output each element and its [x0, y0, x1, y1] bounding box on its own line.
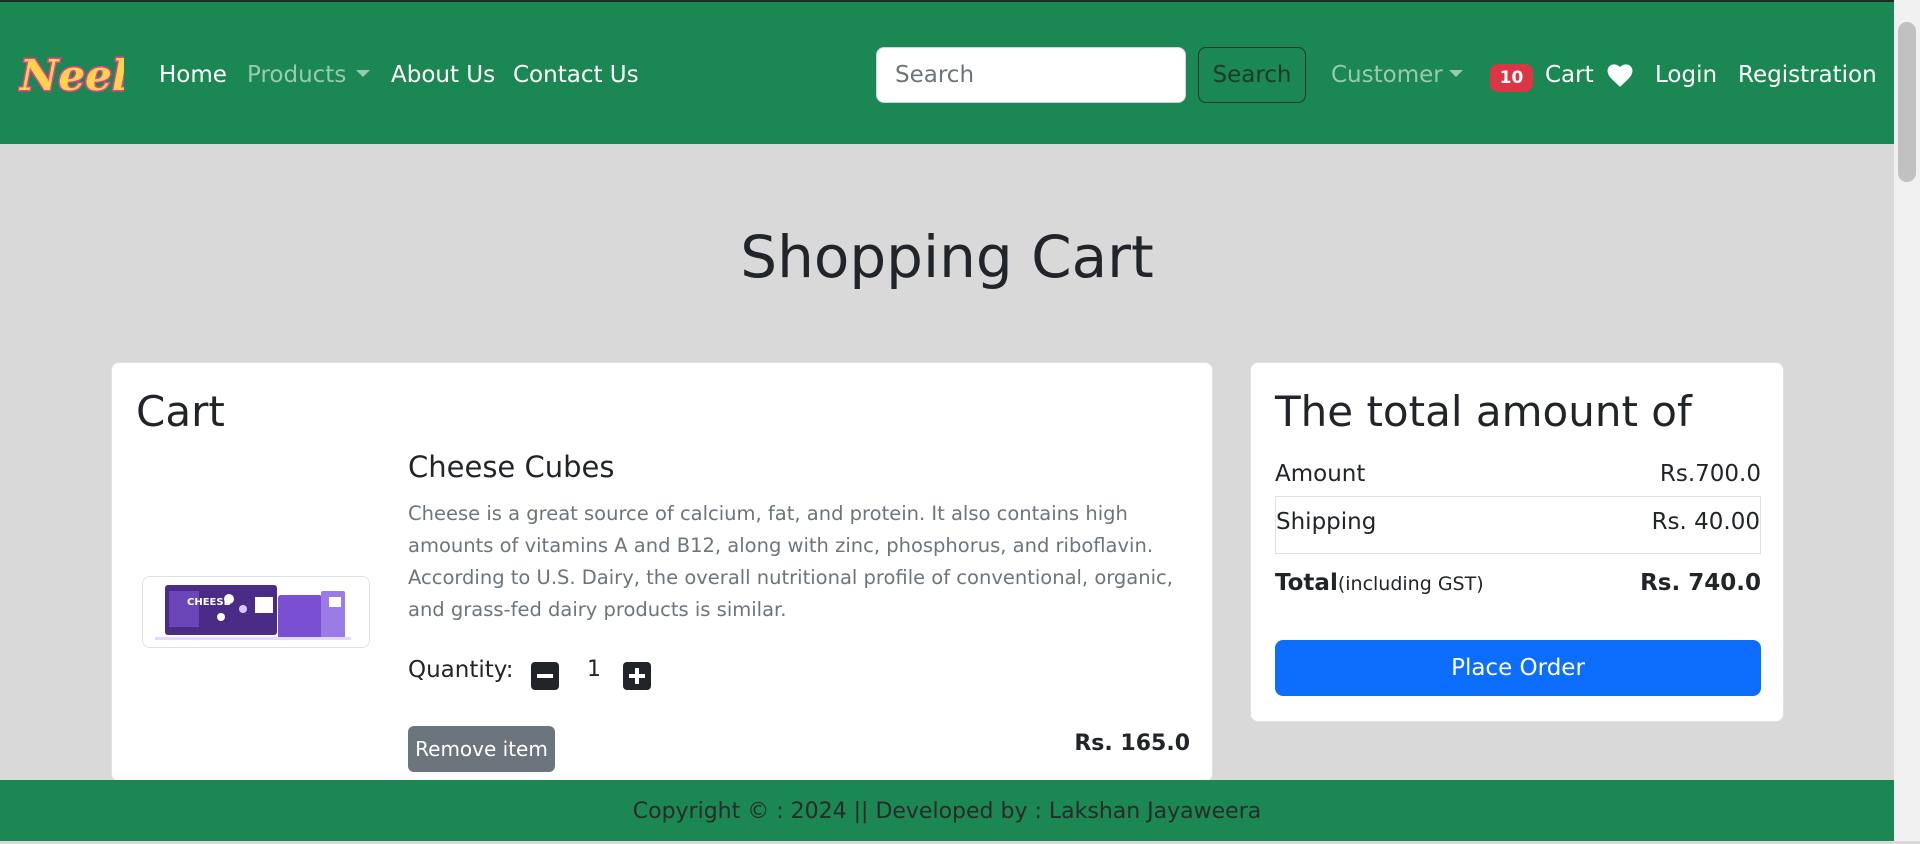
quantity-increase-button[interactable] [623, 662, 651, 690]
quantity-decrease-button[interactable] [531, 662, 559, 690]
total-value: Rs. 740.0 [1640, 570, 1761, 596]
nav-contact-link[interactable]: Contact Us [513, 60, 639, 90]
shipping-row: Shipping Rs. 40.00 [1276, 507, 1760, 537]
amount-label: Amount [1275, 461, 1366, 487]
product-name: Cheese Cubes [408, 450, 615, 484]
total-row: Total(including GST) Rs. 740.0 [1275, 568, 1761, 599]
summary-title: The total amount of [1275, 387, 1692, 436]
total-label: Total [1275, 570, 1338, 596]
footer-copyright: Copyright © : 2024 || Developed by : Lak… [632, 799, 1262, 824]
shipping-value: Rs. 40.00 [1651, 509, 1760, 535]
nav-customer-dropdown[interactable]: Customer [1331, 60, 1463, 90]
brand-logo[interactable]: Neel [18, 46, 124, 102]
minus-icon [537, 674, 553, 678]
shipping-label: Shipping [1276, 509, 1377, 535]
nav-products-label: Products [247, 62, 347, 88]
quantity-label: Quantity: [408, 657, 514, 683]
order-summary-card: The total amount of Amount Rs.700.0 Ship… [1250, 362, 1784, 722]
nav-customer-label: Customer [1331, 62, 1443, 88]
chevron-down-icon [356, 70, 371, 77]
product-image: CHEESE [142, 576, 370, 648]
plus-icon [629, 668, 645, 684]
navbar: Neel Home Products About Us Contact Us S… [0, 0, 1894, 144]
remove-item-button[interactable]: Remove item [408, 726, 555, 772]
total-note: (including GST) [1337, 573, 1484, 595]
product-description: Cheese is a great source of calcium, fat… [408, 502, 1173, 621]
nav-cart-link[interactable]: Cart [1545, 60, 1594, 90]
page-title: Shopping Cart [740, 223, 1154, 291]
nav-home-link[interactable]: Home [159, 60, 227, 90]
product-image-label: CHEESE [187, 597, 231, 608]
cart-title: Cart [136, 387, 225, 436]
quantity-value: 1 [587, 657, 601, 682]
nav-about-link[interactable]: About Us [391, 60, 495, 90]
heart-icon[interactable] [1607, 64, 1633, 88]
search-button[interactable]: Search [1198, 47, 1306, 103]
scrollbar-thumb[interactable] [1898, 22, 1916, 182]
nav-login-link[interactable]: Login [1655, 60, 1717, 90]
footer: Copyright © : 2024 || Developed by : Lak… [0, 780, 1894, 841]
nav-products-dropdown[interactable]: Products [247, 60, 371, 90]
item-price: Rs. 165.0 [1074, 731, 1190, 756]
logo-text: Neel [18, 51, 124, 100]
cart-card: Cart CHEESE Cheese Cubes Cheese is a gre… [111, 362, 1213, 782]
place-order-button[interactable]: Place Order [1275, 640, 1761, 696]
amount-row: Amount Rs.700.0 [1275, 459, 1761, 489]
chevron-down-icon [1448, 70, 1463, 77]
cart-count-badge: 10 [1490, 64, 1533, 92]
search-input[interactable] [876, 47, 1186, 103]
amount-value: Rs.700.0 [1659, 461, 1761, 487]
nav-registration-link[interactable]: Registration [1738, 60, 1877, 90]
vertical-scrollbar[interactable] [1894, 0, 1920, 841]
